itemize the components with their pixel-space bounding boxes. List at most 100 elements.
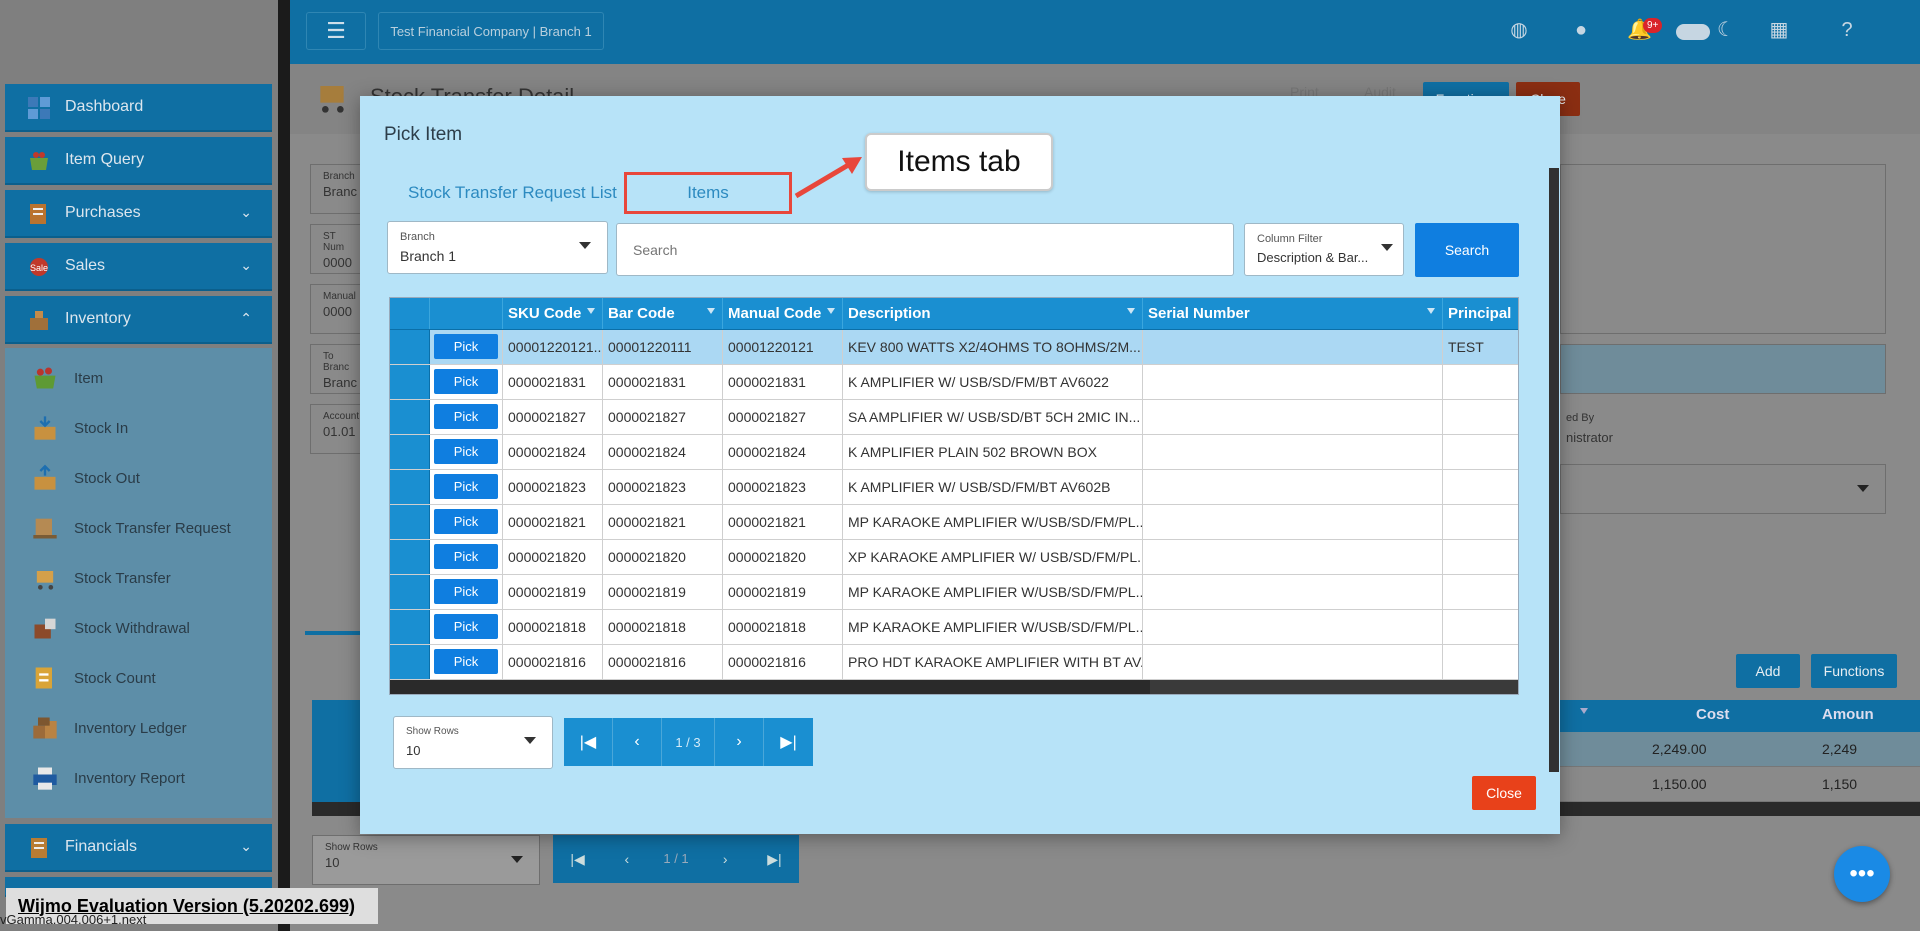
next-page-button[interactable]: › — [715, 718, 764, 766]
bg-show-rows[interactable]: Show Rows 10 — [312, 835, 540, 885]
serial-number-cell[interactable] — [1143, 330, 1443, 364]
scrollbar-thumb[interactable] — [390, 680, 1150, 694]
sidebar-item-inventory-ledger[interactable]: Inventory Ledger — [5, 708, 272, 748]
first-page-icon[interactable]: |◀ — [553, 835, 602, 883]
menu-toggle-button[interactable]: ☰ — [306, 12, 366, 50]
table-row[interactable]: Pick 00001220121... 00001220111 00001220121… — [390, 330, 1518, 365]
pick-button[interactable]: Pick — [434, 614, 498, 639]
table-row[interactable]: Pick 0000021816 0000021816 0000021816 PRO HD… — [390, 645, 1518, 680]
pick-button[interactable]: Pick — [434, 474, 498, 499]
sku-code-cell[interactable]: 0000021819 — [503, 575, 603, 609]
serial-number-cell[interactable] — [1143, 365, 1443, 399]
row-header[interactable] — [390, 435, 430, 469]
table-row[interactable]: Pick 0000021831 0000021831 0000021831 K AMPL… — [390, 365, 1518, 400]
serial-number-cell[interactable] — [1143, 505, 1443, 539]
tab-items[interactable]: Items — [624, 172, 792, 214]
principal-cell[interactable] — [1443, 575, 1518, 609]
row-header[interactable] — [390, 540, 430, 574]
prev-page-button[interactable]: ‹ — [613, 718, 662, 766]
sku-code-cell[interactable]: 0000021818 — [503, 610, 603, 644]
serial-number-cell[interactable] — [1143, 645, 1443, 679]
pick-button[interactable]: Pick — [434, 334, 498, 359]
grid-horizontal-scrollbar[interactable] — [390, 680, 1518, 694]
principal-cell[interactable] — [1443, 645, 1518, 679]
manual-code-cell[interactable]: 0000021819 — [723, 575, 843, 609]
manual-code-cell[interactable]: 0000021823 — [723, 470, 843, 504]
serial-number-cell[interactable] — [1143, 470, 1443, 504]
sidebar-item-sales[interactable]: Sale Sales ⌄ — [5, 243, 272, 291]
sku-code-header[interactable]: SKU Code — [503, 298, 603, 329]
principal-cell[interactable] — [1443, 540, 1518, 574]
pick-button[interactable]: Pick — [434, 369, 498, 394]
sku-code-cell[interactable]: 0000021816 — [503, 645, 603, 679]
serial-number-cell[interactable] — [1143, 575, 1443, 609]
add-button[interactable]: Add — [1736, 654, 1800, 688]
sidebar-item-stock-out[interactable]: Stock Out — [5, 458, 272, 498]
calendar-icon[interactable]: ▦ — [1767, 18, 1791, 42]
description-cell[interactable]: KEV 800 WATTS X2/4OHMS TO 8OHMS/2M... — [843, 330, 1143, 364]
sidebar-item-stock-transfer-request[interactable]: Stock Transfer Request — [5, 508, 272, 548]
first-page-button[interactable]: |◀ — [564, 718, 613, 766]
tab-stock-transfer-request-list[interactable]: Stock Transfer Request List — [408, 183, 617, 203]
manual-code-cell[interactable]: 00001220121 — [723, 330, 843, 364]
show-rows-select[interactable]: Show Rows 10 — [393, 716, 553, 769]
pick-button[interactable]: Pick — [434, 439, 498, 464]
manual-code-cell[interactable]: 0000021827 — [723, 400, 843, 434]
sidebar-item-stock-withdrawal[interactable]: Stock Withdrawal — [5, 608, 272, 648]
description-cell[interactable]: K AMPLIFIER PLAIN 502 BROWN BOX — [843, 435, 1143, 469]
bar-code-cell[interactable]: 0000021827 — [603, 400, 723, 434]
serial-number-cell[interactable] — [1143, 610, 1443, 644]
sidebar-item-dashboard[interactable]: Dashboard — [5, 84, 272, 132]
manual-code-cell[interactable]: 0000021816 — [723, 645, 843, 679]
sku-code-cell[interactable]: 0000021823 — [503, 470, 603, 504]
branch-select[interactable]: Branch Branch 1 — [387, 221, 608, 274]
sidebar-item-stock-count[interactable]: Stock Count — [5, 658, 272, 698]
principal-cell[interactable] — [1443, 505, 1518, 539]
modal-scrollbar[interactable] — [1549, 168, 1559, 772]
manual-code-cell[interactable]: 0000021821 — [723, 505, 843, 539]
description-cell[interactable]: XP KARAOKE AMPLIFIER W/ USB/SD/FM/PL... — [843, 540, 1143, 574]
pick-button[interactable]: Pick — [434, 509, 498, 534]
row-header[interactable] — [390, 400, 430, 434]
globe-icon[interactable]: ◍ — [1507, 18, 1531, 42]
row-header[interactable] — [390, 470, 430, 504]
sku-code-cell[interactable]: 0000021824 — [503, 435, 603, 469]
table-row[interactable]: Pick 0000021820 0000021820 0000021820 XP KAR… — [390, 540, 1518, 575]
row-header[interactable] — [390, 505, 430, 539]
user-icon[interactable]: ● — [1569, 18, 1593, 42]
principal-cell[interactable] — [1443, 610, 1518, 644]
description-cell[interactable]: K AMPLIFIER W/ USB/SD/FM/BT AV6022 — [843, 365, 1143, 399]
filter-icon[interactable] — [1580, 708, 1588, 714]
sidebar-item-inventory-report[interactable]: Inventory Report — [5, 758, 272, 798]
sidebar-item-stock-in[interactable]: Stock In — [5, 408, 272, 448]
description-cell[interactable]: K AMPLIFIER W/ USB/SD/FM/BT AV602B — [843, 470, 1143, 504]
description-cell[interactable]: SA AMPLIFIER W/ USB/SD/BT 5CH 2MIC IN... — [843, 400, 1143, 434]
company-selector[interactable]: Test Financial Company | Branch 1 — [378, 12, 604, 50]
chat-fab-button[interactable]: ••• — [1834, 846, 1890, 902]
search-button[interactable]: Search — [1415, 223, 1519, 277]
table-row[interactable]: Pick 0000021818 0000021818 0000021818 MP KAR… — [390, 610, 1518, 645]
column-filter-select[interactable]: Column Filter Description & Bar... — [1244, 223, 1404, 276]
bar-code-cell[interactable]: 0000021820 — [603, 540, 723, 574]
description-cell[interactable]: PRO HDT KARAOKE AMPLIFIER WITH BT AV... — [843, 645, 1143, 679]
filter-icon[interactable] — [1427, 308, 1435, 314]
table-row[interactable]: Pick 0000021827 0000021827 0000021827 SA AMP… — [390, 400, 1518, 435]
pick-button[interactable]: Pick — [434, 404, 498, 429]
last-page-button[interactable]: ▶| — [764, 718, 813, 766]
bar-code-cell[interactable]: 0000021818 — [603, 610, 723, 644]
filter-icon[interactable] — [1127, 308, 1135, 314]
principal-cell[interactable] — [1443, 435, 1518, 469]
row-header[interactable] — [390, 610, 430, 644]
serial-number-cell[interactable] — [1143, 540, 1443, 574]
bar-code-cell[interactable]: 0000021823 — [603, 470, 723, 504]
row-header[interactable] — [390, 575, 430, 609]
bar-code-cell[interactable]: 0000021816 — [603, 645, 723, 679]
principal-cell[interactable]: TEST — [1443, 330, 1518, 364]
sku-code-cell[interactable]: 0000021827 — [503, 400, 603, 434]
row-header[interactable] — [390, 330, 430, 364]
bar-code-cell[interactable]: 0000021821 — [603, 505, 723, 539]
serial-number-cell[interactable] — [1143, 400, 1443, 434]
filter-icon[interactable] — [587, 308, 595, 314]
sku-code-cell[interactable]: 0000021821 — [503, 505, 603, 539]
row-header[interactable] — [390, 365, 430, 399]
